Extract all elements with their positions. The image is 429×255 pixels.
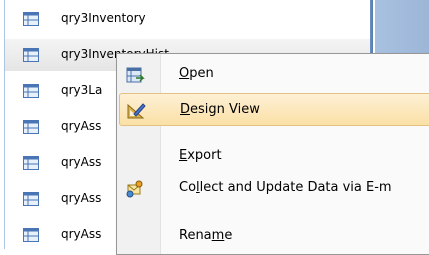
design-view-icon (127, 103, 146, 119)
nav-item-label: qryAss (61, 119, 102, 133)
context-menu: Open Design View Export Collect and Upda… (116, 53, 429, 255)
nav-item-query[interactable]: qry3Inventory (5, 3, 371, 35)
query-icon (23, 228, 39, 242)
query-icon (23, 192, 39, 206)
menu-item-label: Collect and Update Data via E-m (179, 180, 392, 195)
query-icon (23, 120, 39, 134)
menu-item-design-view[interactable]: Design View (119, 93, 429, 126)
menu-item-label: Design View (180, 102, 260, 117)
nav-item-label: qry3Inventory (61, 11, 146, 25)
query-icon (23, 48, 39, 62)
query-icon (23, 84, 39, 98)
menu-item-label: Open (179, 66, 214, 81)
menu-item-export[interactable]: Export (119, 140, 429, 173)
nav-item-label: qryAss (61, 155, 102, 169)
menu-item-label: Export (179, 148, 222, 163)
menu-item-rename[interactable]: Rename (119, 220, 429, 253)
collect-data-icon (126, 180, 143, 198)
query-icon (23, 12, 39, 26)
nav-item-label: qryAss (61, 191, 102, 205)
menu-item-collect-data[interactable]: Collect and Update Data via E-m (119, 172, 429, 205)
menu-item-open[interactable]: Open (119, 58, 429, 91)
nav-item-label: qryAss (61, 227, 102, 241)
menu-item-label: Rename (179, 228, 233, 243)
query-icon (23, 156, 39, 170)
nav-item-label: qry3La (61, 83, 103, 97)
open-icon (126, 67, 145, 83)
